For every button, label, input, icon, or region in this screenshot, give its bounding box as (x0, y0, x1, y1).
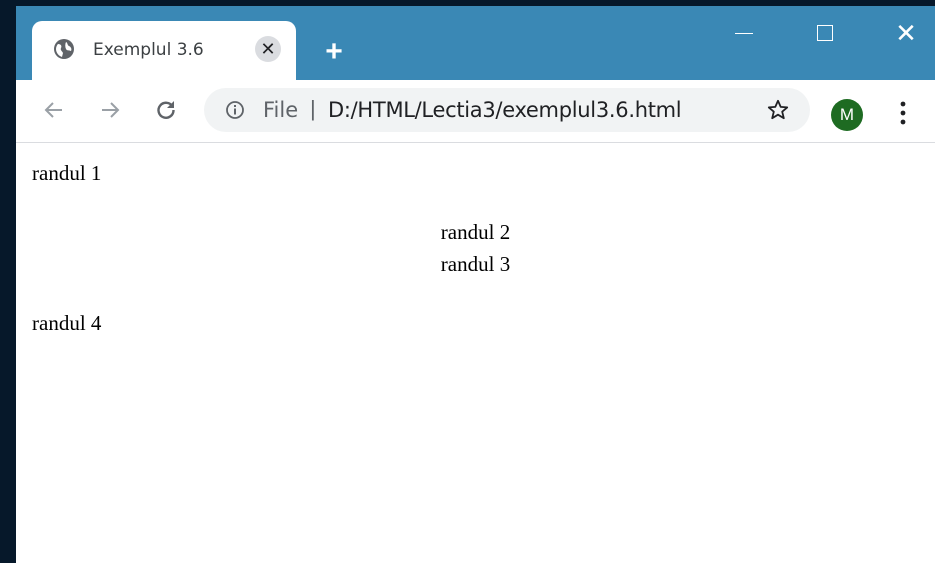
tab-title: Exemplul 3.6 (93, 40, 204, 60)
url-separator: | (310, 96, 316, 121)
new-tab-button[interactable]: + (316, 34, 352, 70)
minimize-icon (735, 33, 753, 34)
avatar-initial: M (839, 105, 855, 124)
address-bar[interactable]: File | D:/HTML/Lectia3/exemplul3.6.html (204, 88, 810, 132)
tab-close-button[interactable]: ✕ (255, 36, 281, 62)
url-text[interactable]: D:/HTML/Lectia3/exemplul3.6.html (328, 98, 682, 122)
maximize-icon (817, 25, 833, 41)
reload-button[interactable] (146, 90, 186, 130)
browser-window: Exemplul 3.6 ✕ + ✕ File | D:/HTML/Lectia… (16, 6, 935, 563)
back-button[interactable] (34, 90, 74, 130)
text-line-3: randul 3 (440, 252, 511, 276)
close-icon: ✕ (895, 18, 917, 48)
avatar[interactable]: M (831, 99, 863, 131)
more-vert-icon[interactable] (899, 100, 907, 126)
text-line-4: randul 4 (32, 311, 102, 335)
navigation-toolbar: File | D:/HTML/Lectia3/exemplul3.6.html … (16, 80, 935, 143)
arrow-right-icon (102, 102, 120, 118)
reload-icon (157, 101, 175, 119)
close-icon: ✕ (260, 39, 276, 59)
globe-icon (54, 39, 74, 59)
minimize-button[interactable] (724, 21, 764, 45)
info-icon[interactable] (225, 100, 245, 120)
title-bar: Exemplul 3.6 ✕ + ✕ (16, 6, 935, 80)
window-close-button[interactable]: ✕ (886, 18, 926, 48)
forward-button[interactable] (90, 90, 130, 130)
plus-icon: + (325, 35, 343, 68)
arrow-left-icon (44, 102, 62, 118)
text-line-1: randul 1 (32, 161, 102, 185)
maximize-button[interactable] (805, 21, 845, 45)
tab-active[interactable]: Exemplul 3.6 ✕ (32, 21, 296, 80)
page-content: randul 1 randul 2 randul 3 randul 4 (16, 143, 935, 563)
scheme-label: File (263, 98, 299, 122)
star-icon[interactable] (766, 98, 790, 122)
text-line-2: randul 2 (440, 220, 511, 244)
